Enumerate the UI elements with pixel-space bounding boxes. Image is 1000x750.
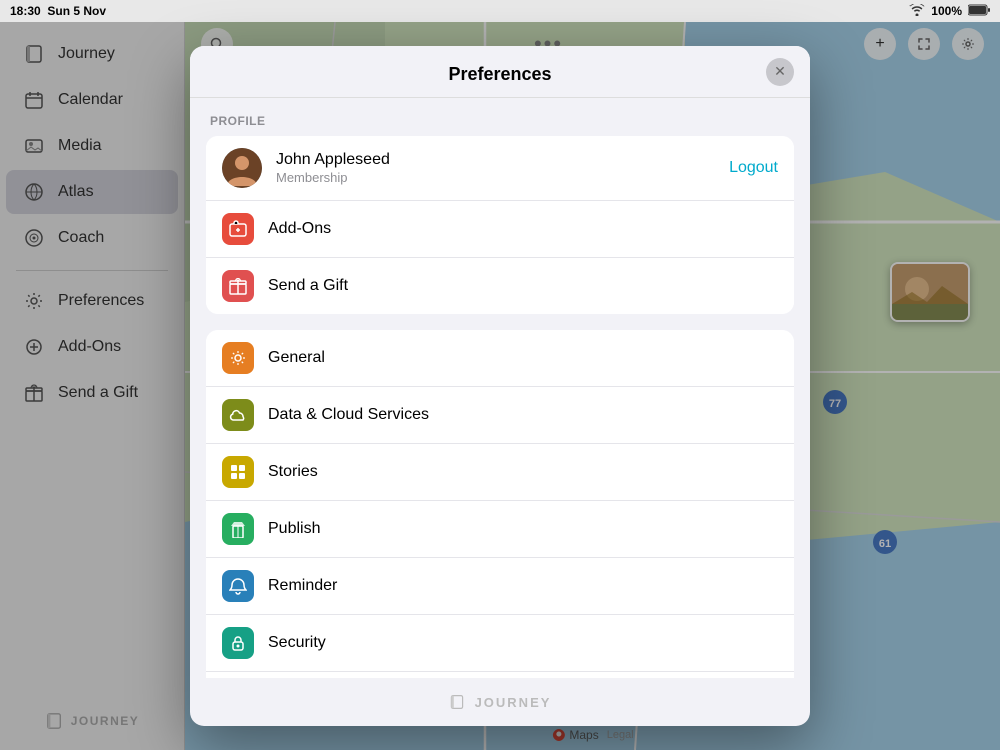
stories-pref-label: Stories — [268, 463, 318, 481]
addons-pref-label: Add-Ons — [268, 220, 778, 238]
modal-body: PROFILE John Appleseed Membership — [190, 98, 810, 678]
user-avatar — [222, 148, 262, 188]
publish-pref-item[interactable]: Publish — [206, 501, 794, 558]
sendgift-pref-icon — [222, 270, 254, 302]
user-membership: Membership — [276, 170, 729, 185]
user-name: John Appleseed — [276, 151, 729, 169]
addons-pref-item[interactable]: Add-Ons — [206, 201, 794, 258]
stories-pref-item[interactable]: Stories — [206, 444, 794, 501]
modal-overlay: Preferences ✕ PROFILE — [0, 22, 1000, 750]
modal-title: Preferences — [448, 64, 551, 85]
modal-footer-icon — [449, 694, 465, 710]
profile-section-card: John Appleseed Membership Logout Add-Ons — [206, 136, 794, 314]
reminder-pref-label: Reminder — [268, 577, 337, 595]
settings-section-card: General Data & Cloud Services Stories — [206, 330, 794, 678]
publish-pref-icon — [222, 513, 254, 545]
status-indicators: 100% — [909, 4, 990, 19]
security-pref-icon — [222, 627, 254, 659]
datacloud-pref-item[interactable]: Data & Cloud Services — [206, 387, 794, 444]
user-profile-item[interactable]: John Appleseed Membership Logout — [206, 136, 794, 201]
modal-footer: JOURNEY — [190, 678, 810, 726]
preferences-modal: Preferences ✕ PROFILE — [190, 46, 810, 726]
modal-close-button[interactable]: ✕ — [766, 58, 794, 86]
profile-section-label: PROFILE — [206, 114, 794, 128]
general-pref-item[interactable]: General — [206, 330, 794, 387]
security-pref-label: Security — [268, 634, 326, 652]
user-info: John Appleseed Membership — [276, 151, 729, 185]
security-pref-item[interactable]: Security — [206, 615, 794, 672]
status-bar: 18:30 Sun 5 Nov 100% — [0, 0, 1000, 22]
reminder-pref-icon — [222, 570, 254, 602]
stories-pref-icon — [222, 456, 254, 488]
modal-footer-label: JOURNEY — [475, 695, 552, 710]
general-pref-label: General — [268, 349, 325, 367]
publish-pref-label: Publish — [268, 520, 320, 538]
reminder-pref-item[interactable]: Reminder — [206, 558, 794, 615]
sendgift-pref-text: Send a Gift — [268, 277, 778, 295]
datacloud-pref-icon — [222, 399, 254, 431]
logout-button[interactable]: Logout — [729, 159, 778, 177]
addons-pref-icon — [222, 213, 254, 245]
addons-pref-text: Add-Ons — [268, 220, 778, 238]
wifi-icon — [909, 4, 925, 19]
modal-header: Preferences ✕ — [190, 46, 810, 98]
datacloud-pref-label: Data & Cloud Services — [268, 406, 429, 424]
battery-label: 100% — [931, 4, 962, 18]
sendgift-pref-label: Send a Gift — [268, 277, 778, 295]
battery-icon — [968, 4, 990, 19]
sendgift-pref-item[interactable]: Send a Gift — [206, 258, 794, 314]
general-pref-icon — [222, 342, 254, 374]
status-time: 18:30 Sun 5 Nov — [10, 4, 106, 18]
close-icon: ✕ — [774, 63, 786, 80]
